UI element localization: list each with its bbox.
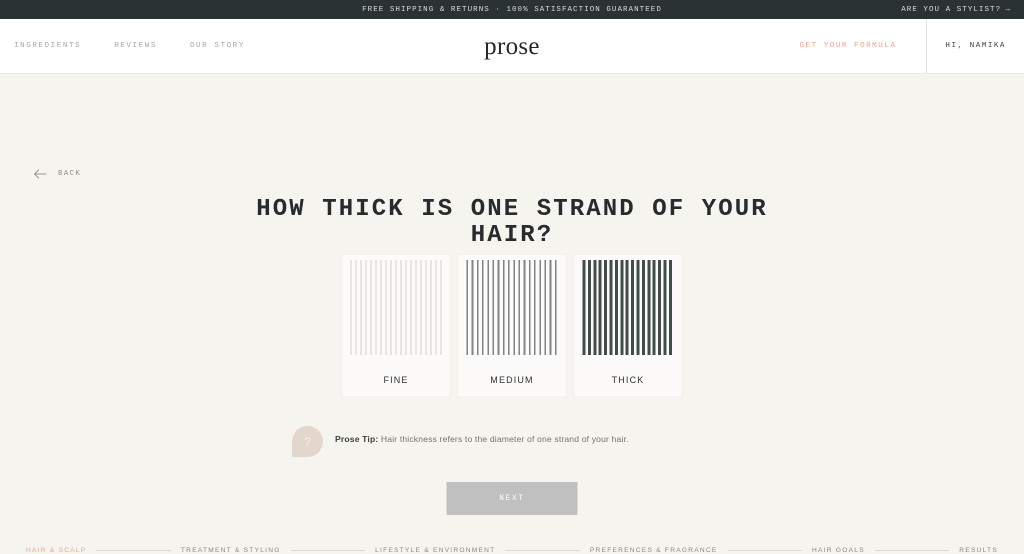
question-mark-icon: ?	[292, 426, 323, 457]
page-title: HOW THICK IS ONE STRAND OF YOUR HAIR?	[232, 197, 792, 249]
thick-strand-swatch-icon	[583, 260, 674, 355]
prose-tip-body: Hair thickness refers to the diameter of…	[381, 434, 629, 444]
step-lifestyle-and-environment[interactable]: LIFESTYLE & ENVIRONMENT	[375, 547, 495, 554]
back-button[interactable]: BACK	[34, 169, 81, 179]
site-header: INGREDIENTS REVIEWS OUR STORY prose GET …	[0, 19, 1024, 74]
step-connector	[505, 550, 579, 551]
primary-nav: INGREDIENTS REVIEWS OUR STORY	[0, 42, 245, 50]
step-results[interactable]: RESULTS	[959, 547, 998, 554]
stylist-link-label: ARE YOU A STYLIST?	[901, 6, 1001, 14]
option-label-medium: MEDIUM	[490, 375, 533, 385]
announcement-message: FREE SHIPPING & RETURNS · 100% SATISFACT…	[362, 6, 662, 14]
nav-item-ingredients[interactable]: INGREDIENTS	[14, 42, 81, 50]
nav-item-our-story[interactable]: OUR STORY	[190, 42, 245, 50]
prose-tip-title: Prose Tip:	[335, 434, 378, 444]
step-hair-and-scalp[interactable]: HAIR & SCALP	[26, 547, 86, 554]
option-label-fine: FINE	[383, 375, 408, 385]
fine-strand-swatch-icon	[351, 260, 442, 355]
get-your-formula-link[interactable]: GET YOUR FORMULA	[800, 19, 927, 73]
progress-steps: HAIR & SCALP TREATMENT & STYLING LIFESTY…	[0, 547, 1024, 554]
option-thick[interactable]: THICK	[574, 254, 683, 397]
prose-tip-text: Prose Tip: Hair thickness refers to the …	[335, 426, 629, 445]
next-button-container: NEXT	[447, 482, 578, 515]
option-medium[interactable]: MEDIUM	[458, 254, 567, 397]
arrow-left-icon	[34, 169, 47, 179]
step-treatment-and-styling[interactable]: TREATMENT & STYLING	[181, 547, 281, 554]
quiz-page: FREE SHIPPING & RETURNS · 100% SATISFACT…	[0, 0, 1024, 517]
step-connector	[875, 550, 949, 551]
step-connector	[291, 550, 365, 551]
header-right: GET YOUR FORMULA HI, NAMIKA	[800, 19, 1024, 73]
step-connector	[96, 550, 170, 551]
step-hair-goals[interactable]: HAIR GOALS	[812, 547, 865, 554]
medium-strand-swatch-icon	[467, 260, 558, 355]
option-fine[interactable]: FINE	[342, 254, 451, 397]
arrow-right-icon: →	[1005, 6, 1011, 14]
next-button[interactable]: NEXT	[447, 482, 578, 515]
brand-logo[interactable]: prose	[484, 34, 540, 59]
account-greeting[interactable]: HI, NAMIKA	[927, 19, 1024, 73]
quiz-content: BACK HOW THICK IS ONE STRAND OF YOUR HAI…	[0, 74, 1024, 517]
stylist-link[interactable]: ARE YOU A STYLIST? →	[901, 0, 1011, 19]
prose-tip: ? Prose Tip: Hair thickness refers to th…	[292, 426, 732, 457]
step-preferences-and-fragrance[interactable]: PREFERENCES & FRAGRANCE	[590, 547, 718, 554]
back-label: BACK	[58, 170, 81, 178]
announcement-bar: FREE SHIPPING & RETURNS · 100% SATISFACT…	[0, 0, 1024, 19]
thickness-options: FINE MEDIUM THICK	[342, 254, 683, 397]
option-label-thick: THICK	[612, 375, 645, 385]
step-connector	[728, 550, 802, 551]
nav-item-reviews[interactable]: REVIEWS	[114, 42, 157, 50]
